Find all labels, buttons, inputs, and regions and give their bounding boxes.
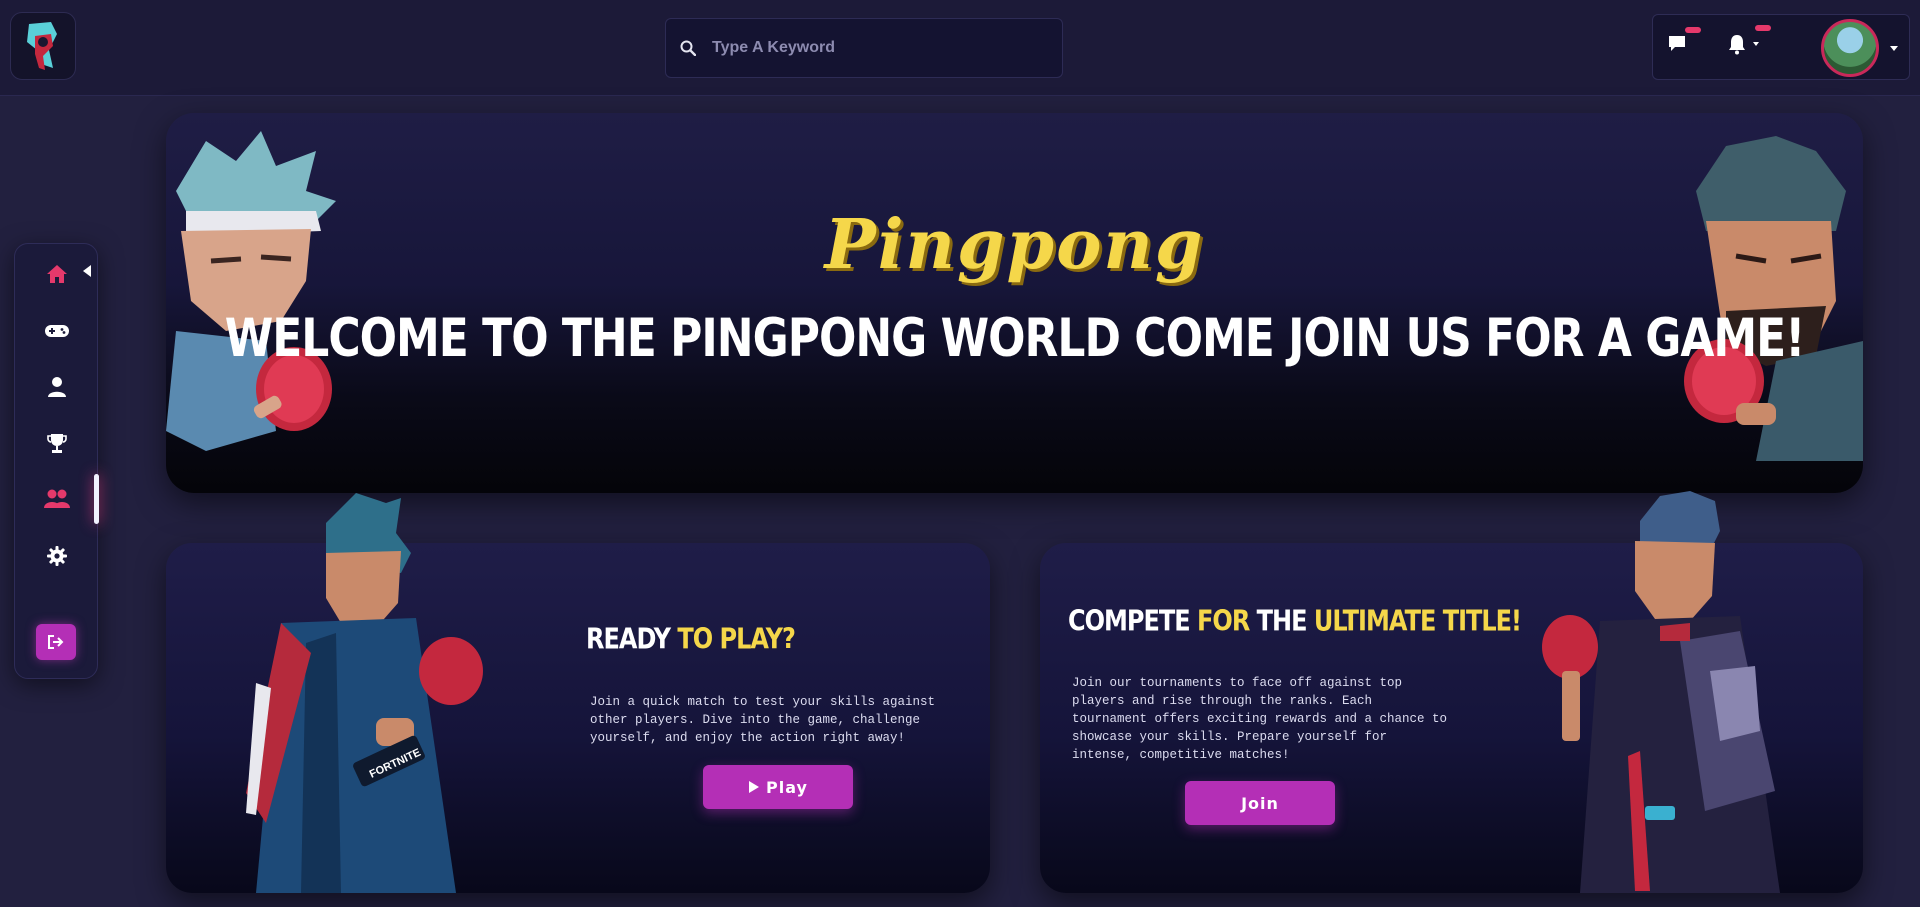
tournament-card-heading: Compete for the Ultimate Title! — [1068, 604, 1522, 638]
users-icon — [44, 489, 70, 508]
hero-subtitle: Welcome to the pingpong world come join … — [224, 307, 1806, 370]
sidebar-item-friends[interactable] — [42, 484, 72, 514]
quick-play-card: FORTNITE Ready to Play? Join a quick mat… — [166, 493, 990, 893]
bell-icon — [1729, 35, 1745, 55]
home-icon — [47, 265, 67, 283]
sidebar-active-indicator — [94, 474, 99, 524]
logout-button[interactable] — [36, 624, 76, 660]
sidebar-item-game[interactable] — [42, 316, 72, 346]
sidebar-item-profile[interactable] — [42, 372, 72, 402]
tournament-card: Compete for the Ultimate Title! Join our… — [1040, 491, 1863, 893]
sidebar-collapse-icon[interactable] — [81, 264, 93, 278]
sidebar-item-settings[interactable] — [42, 541, 72, 571]
messages-button[interactable] — [1667, 27, 1701, 53]
logout-icon — [48, 635, 64, 649]
search-bar — [665, 18, 1063, 78]
sidebar-item-home[interactable] — [42, 259, 72, 289]
gamepad-icon — [45, 325, 69, 337]
player-character-play-illustration: FORTNITE — [246, 493, 483, 893]
trophy-icon — [47, 434, 67, 453]
play-icon — [749, 781, 760, 793]
search-icon — [680, 40, 696, 56]
user-avatar[interactable] — [1821, 19, 1879, 77]
search-input[interactable] — [712, 39, 1032, 57]
notifications-badge — [1755, 25, 1771, 31]
gear-icon — [47, 546, 67, 566]
play-card-description: Join a quick match to test your skills a… — [590, 695, 936, 745]
avatar-menu-chevron-icon[interactable] — [1889, 43, 1899, 53]
player-character-tournament-illustration — [1542, 491, 1780, 893]
play-card-heading: Ready to Play? — [586, 622, 796, 656]
top-bar — [0, 0, 1920, 96]
app-logo[interactable] — [10, 12, 76, 80]
notifications-button[interactable] — [1727, 25, 1771, 55]
chevron-down-icon — [1753, 42, 1759, 46]
hero-title: Pingpong — [824, 205, 1205, 285]
player-character-left-illustration — [166, 131, 336, 451]
header-actions — [1652, 14, 1910, 80]
hero-banner: Pingpong Welcome to the pingpong world c… — [166, 113, 1863, 493]
sidebar — [14, 243, 99, 679]
sidebar-item-leaderboard[interactable] — [42, 428, 72, 458]
logo-icon — [27, 22, 57, 70]
tournament-card-description: Join our tournaments to face off against… — [1072, 676, 1448, 762]
play-button[interactable]: Play — [703, 765, 853, 809]
join-tournament-button[interactable]: Join — [1185, 781, 1335, 825]
player-character-right-illustration — [1684, 136, 1863, 461]
messages-badge — [1685, 27, 1701, 33]
user-icon — [48, 377, 66, 397]
chat-icon — [1669, 36, 1685, 51]
